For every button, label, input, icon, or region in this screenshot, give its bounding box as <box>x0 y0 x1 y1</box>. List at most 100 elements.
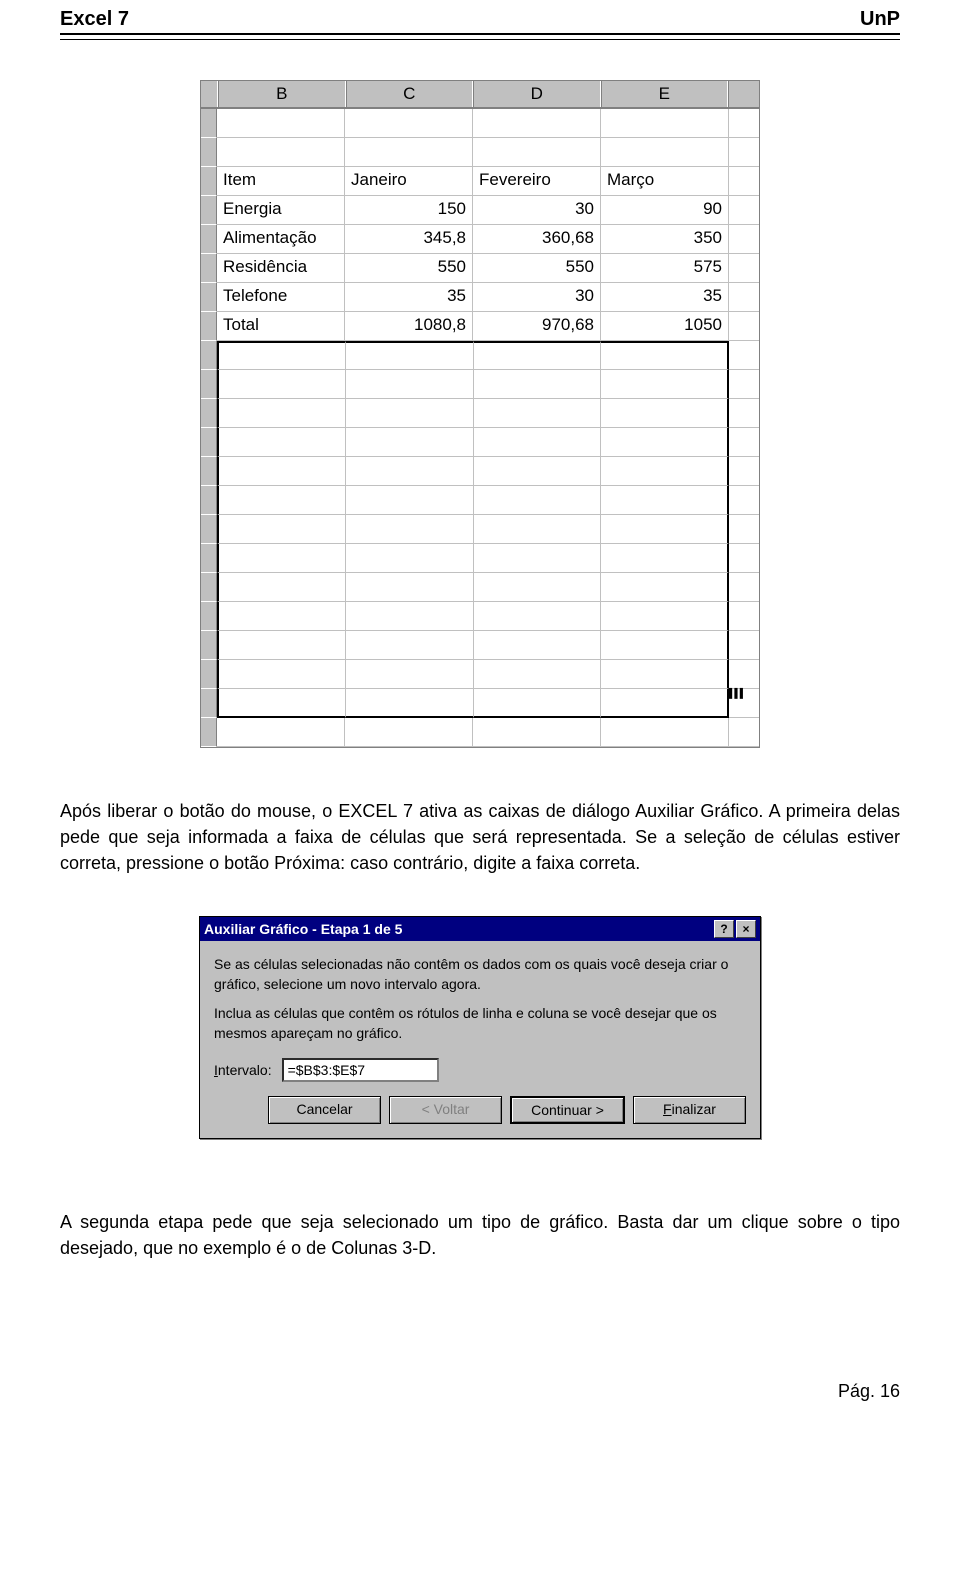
cancel-button[interactable]: Cancelar <box>268 1096 381 1124</box>
help-icon[interactable]: ? <box>714 920 734 938</box>
cell[interactable] <box>601 109 729 138</box>
cell[interactable] <box>473 109 601 138</box>
row-header-stub[interactable] <box>201 254 217 283</box>
cell[interactable]: 35 <box>345 283 473 312</box>
cell[interactable] <box>346 457 473 486</box>
cell[interactable]: 575 <box>601 254 729 283</box>
cell[interactable]: 1050 <box>601 312 729 341</box>
row-header-stub[interactable] <box>201 660 217 689</box>
cell[interactable] <box>601 457 729 486</box>
cell[interactable] <box>474 370 601 399</box>
column-header[interactable]: C <box>346 81 474 107</box>
cell[interactable] <box>346 486 473 515</box>
cell[interactable]: 550 <box>473 254 601 283</box>
dialog-titlebar[interactable]: Auxiliar Gráfico - Etapa 1 de 5 ? × <box>200 917 760 941</box>
cell[interactable]: Telefone <box>217 283 345 312</box>
cell[interactable] <box>345 138 473 167</box>
cell[interactable]: 550 <box>345 254 473 283</box>
cell[interactable] <box>601 660 729 689</box>
cell[interactable] <box>474 602 601 631</box>
cell[interactable] <box>473 138 601 167</box>
cell[interactable] <box>217 718 345 747</box>
cell[interactable]: 30 <box>473 196 601 225</box>
cell[interactable]: Fevereiro <box>473 167 601 196</box>
row-header-stub[interactable] <box>201 428 217 457</box>
cell[interactable] <box>346 341 473 370</box>
column-header[interactable]: E <box>601 81 729 107</box>
cell[interactable] <box>345 718 473 747</box>
column-header[interactable]: D <box>473 81 601 107</box>
cell[interactable] <box>346 660 473 689</box>
cell[interactable]: Total <box>217 312 345 341</box>
row-header-stub[interactable] <box>201 631 217 660</box>
cell[interactable] <box>217 631 346 660</box>
cell[interactable] <box>473 718 601 747</box>
cell[interactable] <box>474 544 601 573</box>
cell[interactable] <box>346 370 473 399</box>
row-header-stub[interactable] <box>201 225 217 254</box>
cell[interactable] <box>474 515 601 544</box>
interval-input[interactable]: =$B$3:$E$7 <box>282 1058 439 1082</box>
cell[interactable]: 350 <box>601 225 729 254</box>
cell[interactable] <box>601 573 729 602</box>
row-header-stub[interactable] <box>201 515 217 544</box>
cell[interactable] <box>474 428 601 457</box>
cell[interactable] <box>474 341 601 370</box>
row-header-stub[interactable] <box>201 341 217 370</box>
cell[interactable] <box>217 660 346 689</box>
cell[interactable] <box>601 138 729 167</box>
close-icon[interactable]: × <box>736 920 756 938</box>
row-header-stub[interactable] <box>201 602 217 631</box>
cell[interactable] <box>217 544 346 573</box>
finish-button[interactable]: Finalizar <box>633 1096 746 1124</box>
row-header-stub[interactable] <box>201 457 217 486</box>
cell[interactable] <box>474 399 601 428</box>
cell[interactable] <box>217 399 346 428</box>
cell[interactable] <box>217 486 346 515</box>
cell[interactable] <box>217 109 345 138</box>
cell[interactable]: Energia <box>217 196 345 225</box>
cell[interactable]: Residência <box>217 254 345 283</box>
cell[interactable] <box>217 370 346 399</box>
row-header-stub[interactable] <box>201 689 217 718</box>
next-button[interactable]: Continuar > <box>510 1096 625 1124</box>
cell[interactable] <box>601 486 729 515</box>
cell[interactable] <box>217 428 346 457</box>
cell[interactable] <box>346 573 473 602</box>
cell[interactable]: 90 <box>601 196 729 225</box>
cell[interactable] <box>474 573 601 602</box>
cell[interactable] <box>217 602 346 631</box>
cell[interactable] <box>601 718 729 747</box>
cell[interactable] <box>474 631 601 660</box>
cell[interactable] <box>345 109 473 138</box>
row-header-stub[interactable] <box>201 486 217 515</box>
cell[interactable]: Alimentação <box>217 225 345 254</box>
row-header-stub[interactable] <box>201 573 217 602</box>
cell[interactable] <box>346 399 473 428</box>
cell[interactable] <box>217 573 346 602</box>
cell[interactable] <box>217 341 346 370</box>
cell[interactable] <box>601 602 729 631</box>
row-header-stub[interactable] <box>201 283 217 312</box>
column-header[interactable]: B <box>218 81 346 107</box>
row-header-stub[interactable] <box>201 167 217 196</box>
cell[interactable]: Janeiro <box>345 167 473 196</box>
cell[interactable] <box>346 689 473 718</box>
row-header-stub[interactable] <box>201 718 217 747</box>
row-header-stub[interactable] <box>201 370 217 399</box>
cell[interactable]: 360,68 <box>473 225 601 254</box>
cell[interactable] <box>474 486 601 515</box>
cell[interactable]: 1080,8 <box>345 312 473 341</box>
cell[interactable] <box>346 428 473 457</box>
cell[interactable] <box>601 370 729 399</box>
row-header-stub[interactable] <box>201 196 217 225</box>
cell[interactable] <box>601 428 729 457</box>
cell[interactable] <box>217 689 346 718</box>
row-header-stub[interactable] <box>201 399 217 428</box>
cell[interactable] <box>474 457 601 486</box>
cell[interactable] <box>601 544 729 573</box>
cell[interactable] <box>217 515 346 544</box>
cell[interactable] <box>217 457 346 486</box>
cell[interactable]: 30 <box>473 283 601 312</box>
cell[interactable]: 35 <box>601 283 729 312</box>
